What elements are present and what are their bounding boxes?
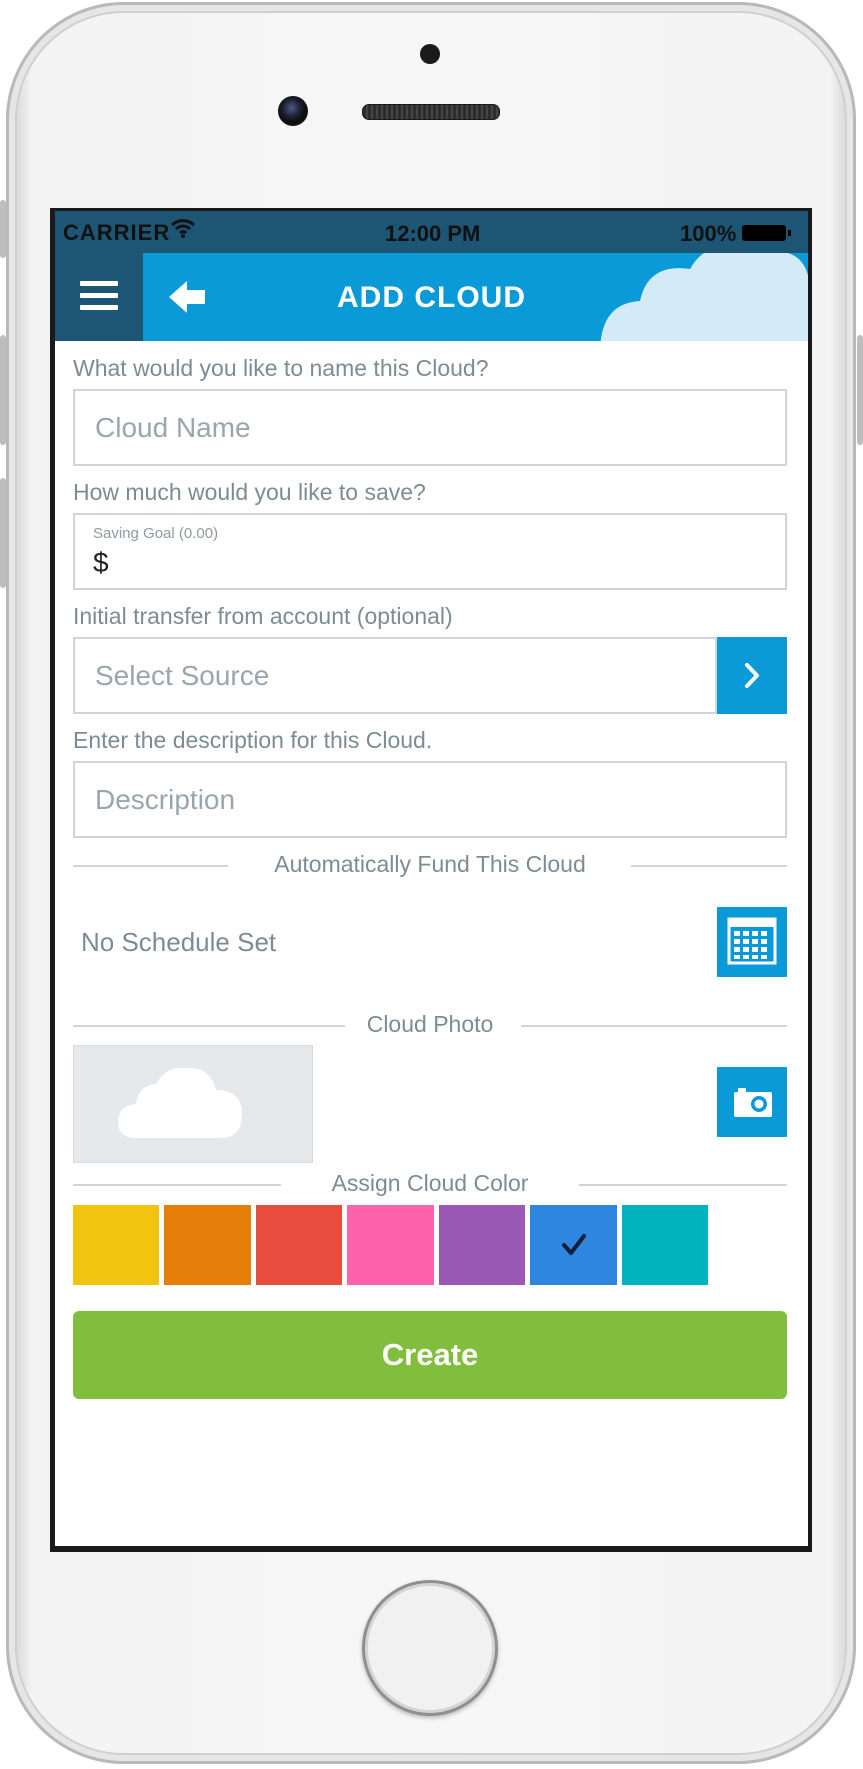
cloud-photo-placeholder[interactable]	[73, 1045, 313, 1163]
camera-button[interactable]	[717, 1067, 787, 1137]
color-divider: Assign Cloud Color	[73, 1170, 787, 1200]
cloud-name-input[interactable]	[75, 391, 785, 464]
auto-fund-divider: Automatically Fund This Cloud	[73, 851, 787, 881]
power-button	[857, 335, 863, 445]
camera-icon	[734, 1088, 772, 1117]
cloud-name-field[interactable]	[73, 389, 787, 466]
auto-fund-heading: Automatically Fund This Cloud	[274, 851, 586, 877]
status-bar: CARRIER 12:00 PM 100%	[55, 211, 808, 253]
color-heading: Assign Cloud Color	[331, 1170, 529, 1196]
select-source-button[interactable]	[717, 637, 787, 714]
select-source-input[interactable]	[75, 639, 715, 712]
color-swatch[interactable]	[164, 1205, 251, 1285]
battery-icon	[742, 225, 791, 241]
color-swatch[interactable]	[256, 1205, 342, 1285]
app-screen: CARRIER 12:00 PM 100% ADD CLOUD What wou…	[55, 211, 808, 1546]
description-input[interactable]	[75, 763, 785, 836]
proximity-sensor	[420, 44, 440, 64]
currency-symbol: $	[93, 547, 109, 578]
front-camera	[278, 96, 308, 126]
color-swatch[interactable]	[530, 1205, 617, 1285]
schedule-status: No Schedule Set	[81, 927, 277, 957]
select-source-field[interactable]	[73, 637, 717, 714]
checkmark-icon	[562, 1234, 586, 1255]
color-swatch[interactable]	[622, 1205, 708, 1285]
battery-percentage: 100%	[680, 221, 737, 246]
create-button[interactable]: Create	[73, 1311, 787, 1399]
color-swatch[interactable]	[439, 1205, 525, 1285]
clock: 12:00 PM	[385, 221, 481, 246]
page-title: ADD CLOUD	[337, 281, 526, 314]
chevron-right-icon	[745, 663, 759, 688]
color-swatch[interactable]	[347, 1205, 434, 1285]
cloud-name-prompt: What would you like to name this Cloud?	[73, 355, 489, 381]
schedule-button[interactable]	[717, 907, 787, 977]
calendar-icon	[727, 917, 777, 965]
wifi-icon	[170, 217, 196, 245]
carrier-label: CARRIER	[63, 220, 171, 245]
saving-goal-label: Saving Goal (0.00)	[93, 525, 219, 542]
saving-goal-prompt: How much would you like to save?	[73, 479, 426, 505]
description-prompt: Enter the description for this Cloud.	[73, 727, 433, 753]
transfer-prompt: Initial transfer from account (optional)	[73, 603, 453, 629]
photo-heading: Cloud Photo	[366, 1011, 494, 1037]
earpiece-speaker	[362, 104, 500, 120]
cloud-icon	[118, 1067, 242, 1138]
description-field[interactable]	[73, 761, 787, 838]
color-swatch[interactable]	[73, 1205, 159, 1285]
saving-goal-field[interactable]: Saving Goal (0.00) $	[73, 513, 787, 590]
photo-divider: Cloud Photo	[73, 1011, 787, 1041]
navigation-bar: ADD CLOUD	[55, 253, 808, 341]
home-button[interactable]	[362, 1580, 498, 1716]
